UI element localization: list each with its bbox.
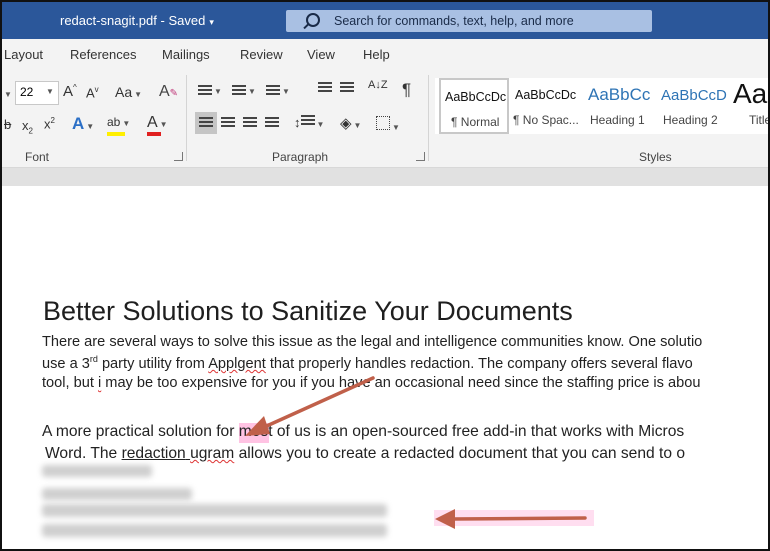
- word-window: redact-snagit.pdf - Saved ▾ Search for co…: [0, 0, 770, 551]
- annotation-arrows: [245, 376, 587, 529]
- arrow-to-redacted-text: [435, 509, 587, 529]
- arrow-to-paragraph: [245, 376, 375, 436]
